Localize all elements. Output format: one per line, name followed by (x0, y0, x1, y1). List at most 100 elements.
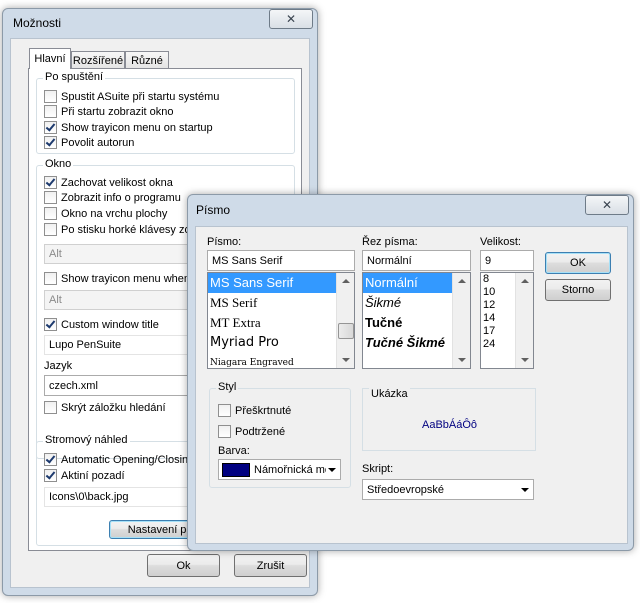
sample-text: AaBbÁáÔô (422, 419, 478, 431)
color-combo[interactable]: Námořnická mo (218, 459, 341, 480)
button-label: Ok (176, 559, 191, 572)
hotkey-show-checkbox[interactable]: Po stisku horké klávesy zob (44, 223, 197, 236)
scroll-up-icon[interactable] (342, 279, 350, 283)
scroll-down-icon[interactable] (342, 358, 350, 362)
combo-value: czech.xml (49, 379, 98, 392)
checkbox-label: Custom window title (61, 318, 159, 331)
options-cancel-button[interactable]: Zrušit (234, 554, 307, 577)
font-list-item[interactable]: MT Extra (208, 313, 354, 333)
chevron-down-icon (328, 467, 336, 472)
combo-value: Středoevropské (367, 483, 445, 496)
font-size-label: Velikost: (480, 236, 521, 248)
auto-open-close-checkbox[interactable]: Automatic Opening/Closing (44, 453, 194, 466)
close-icon: ✕ (601, 198, 613, 212)
font-dialog-close-button[interactable]: ✕ (585, 195, 629, 215)
font-list-scrollbar[interactable] (336, 273, 354, 368)
size-list-scrollbar[interactable] (515, 273, 533, 368)
scroll-up-icon[interactable] (458, 279, 466, 283)
combo-value: Alt (49, 294, 62, 306)
checkbox-box (44, 105, 57, 118)
checkbox-box (44, 121, 57, 134)
tab-ruzne[interactable]: Různé (125, 51, 169, 69)
combo-value: Námořnická mo (254, 463, 326, 476)
options-close-button[interactable]: ✕ (269, 9, 313, 29)
underline-checkbox[interactable]: Podtržené (218, 425, 285, 438)
size-list-item-label: 24 (483, 338, 496, 350)
checkbox-label: Povolit autorun (61, 136, 135, 149)
font-cancel-button[interactable]: Storno (545, 279, 611, 301)
checkbox-box (44, 90, 57, 103)
options-ok-button[interactable]: Ok (147, 554, 220, 577)
scroll-down-icon[interactable] (521, 358, 529, 362)
checkbox-box (44, 191, 57, 204)
script-label: Skript: (362, 463, 394, 475)
tab-hlavni[interactable]: Hlavní (29, 48, 71, 69)
enable-autorun-checkbox[interactable]: Povolit autorun (44, 136, 134, 149)
font-style-list[interactable]: Normální Šikmé Tučné Tučné Šikmé (362, 272, 471, 369)
font-style-input[interactable]: Normální (362, 250, 471, 271)
font-ok-button[interactable]: OK (545, 252, 611, 274)
font-list-item[interactable]: Myriad Pro (208, 333, 354, 353)
checkbox-label: Podtržené (235, 425, 286, 438)
input-value: Lupo PenSuite (49, 339, 122, 351)
font-size-list[interactable]: 8 10 12 14 17 24 (480, 272, 534, 369)
size-list-item-label: 12 (483, 299, 496, 311)
keep-window-size-checkbox[interactable]: Zachovat velikost okna (44, 176, 173, 189)
font-family-list[interactable]: MS Sans Serif MS Serif MT Extra Myriad P… (207, 272, 355, 369)
startup-group: Po spuštění Spustit ASuite při startu sy… (36, 71, 295, 154)
font-style-label: Řez písma: (362, 236, 418, 248)
font-list-item[interactable]: MS Serif (208, 293, 354, 313)
font-size-input[interactable]: 9 (480, 250, 534, 271)
checkbox-box (44, 318, 57, 331)
checkbox-label: Aktiní pozadí (61, 469, 125, 482)
show-program-info-checkbox[interactable]: Zobrazit info o programu (44, 191, 181, 204)
active-background-checkbox[interactable]: Aktiní pozadí (44, 469, 125, 482)
autostart-checkbox[interactable]: Spustit ASuite při startu systému (44, 90, 219, 103)
effects-group-label: Styl (216, 381, 239, 393)
font-family-input[interactable]: MS Sans Serif (207, 250, 355, 271)
button-label: Zrušit (256, 559, 285, 572)
checkbox-box (44, 469, 57, 482)
tab-rozsirene[interactable]: Rozšířené (71, 51, 125, 69)
sample-group: Ukázka AaBbÁáÔô (362, 388, 536, 451)
font-list-item-label: Niagara Engraved (210, 358, 294, 368)
button-label: OK (570, 257, 586, 269)
input-value: MS Sans Serif (212, 254, 283, 267)
color-label: Barva: (218, 445, 250, 457)
close-icon: ✕ (285, 12, 297, 26)
font-list-item-label: Myriad Pro (210, 335, 279, 350)
size-list-item-label: 10 (483, 286, 496, 298)
size-list-item-label: 14 (483, 312, 496, 324)
tab-rozsirene-label: Rozšířené (72, 54, 124, 67)
font-list-item[interactable]: Niagara Engraved (208, 353, 354, 368)
custom-window-title-checkbox[interactable]: Custom window title (44, 318, 159, 331)
checkbox-label: Skrýt záložku hledání (61, 401, 166, 414)
chevron-down-icon (521, 487, 529, 492)
scroll-down-icon[interactable] (458, 358, 466, 362)
options-window-title: Možnosti (13, 16, 62, 30)
font-list-item[interactable]: MS Sans Serif (208, 273, 354, 293)
style-list-item-label: Normální (365, 275, 418, 290)
strikeout-checkbox[interactable]: Přeškrtnuté (218, 404, 291, 417)
show-window-on-start-checkbox[interactable]: Při startu zobrazit okno (44, 105, 174, 118)
checkbox-box (218, 425, 231, 438)
style-list-scrollbar[interactable] (452, 273, 470, 368)
checkbox-box (44, 136, 57, 149)
script-combo[interactable]: Středoevropské (362, 479, 534, 500)
scroll-up-icon[interactable] (521, 279, 529, 283)
font-family-label: Písmo: (207, 236, 242, 248)
trayicon-menu-when-checkbox[interactable]: Show trayicon menu when (44, 272, 190, 285)
effects-group: Styl Přeškrtnuté Podtržené Barva: Námořn… (209, 381, 351, 488)
show-trayicon-on-startup-checkbox[interactable]: Show trayicon menu on startup (44, 121, 213, 134)
checkbox-label: Automatic Opening/Closing (61, 453, 195, 466)
window-on-top-checkbox[interactable]: Okno na vrchu plochy (44, 207, 167, 220)
checkbox-label: Po stisku horké klávesy zob (61, 223, 197, 236)
style-list-item-label: Tučné (365, 315, 403, 330)
scrollbar-thumb[interactable] (338, 323, 354, 339)
checkbox-label: Show trayicon menu on startup (61, 121, 213, 134)
checkbox-label: Spustit ASuite při startu systému (61, 90, 220, 103)
hide-search-tab-checkbox[interactable]: Skrýt záložku hledání (44, 401, 166, 414)
style-list-item-label: Šikmé (365, 295, 402, 310)
checkbox-box (44, 207, 57, 220)
font-list-item-label: MS Serif (210, 295, 258, 310)
